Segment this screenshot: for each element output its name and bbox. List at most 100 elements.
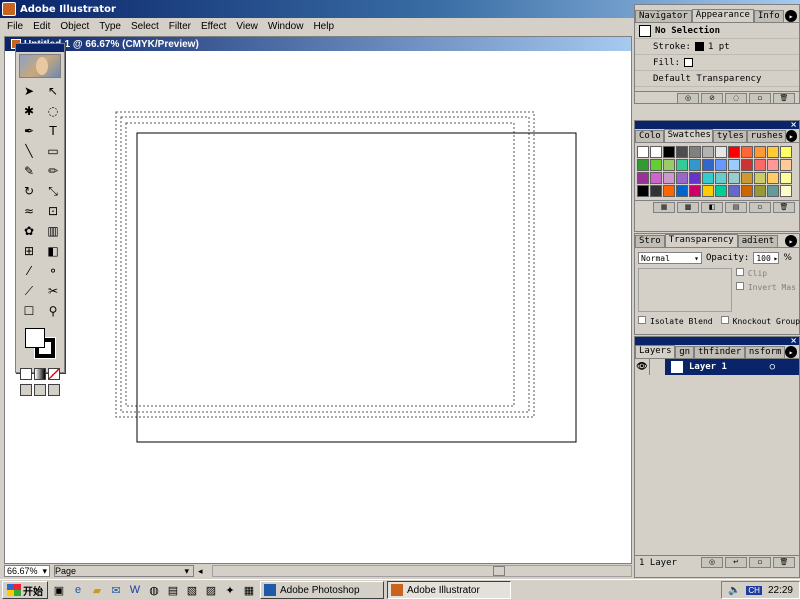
blend-mode-select[interactable]: Normal ▾ [638,252,702,264]
swatch[interactable] [637,185,649,197]
swatch[interactable] [780,159,792,171]
horizontal-scrollbar[interactable] [212,565,632,577]
pen-tool-icon[interactable]: ✒ [18,122,40,140]
rotate-tool-icon[interactable]: ↻ [18,182,40,200]
scroll-left-icon[interactable]: ◂ [198,566,208,577]
swatch[interactable] [676,159,688,171]
warp-tool-icon[interactable]: ≈ [18,202,40,220]
zoom-tool-icon[interactable]: ⚲ [42,302,64,320]
swatch[interactable] [689,146,701,158]
symbol-sprayer-tool-icon[interactable]: ✿ [18,222,40,240]
swatch[interactable] [741,146,753,158]
swatch[interactable] [676,146,688,158]
none-mode-icon[interactable] [48,368,60,380]
tab-pathfinder[interactable]: thfinder [693,346,745,358]
swatch[interactable] [663,159,675,171]
opacity-input[interactable]: 100 ▸ [753,252,780,264]
artboard-canvas[interactable] [5,51,631,563]
appearance-fill-row[interactable]: Fill: [635,55,799,71]
hand-tool-icon[interactable]: ☐ [18,302,40,320]
make-clipping-mask-icon[interactable]: ◎ [701,557,723,568]
swatch[interactable] [728,185,740,197]
quicklaunch-ie-icon[interactable]: e [70,583,86,597]
clock[interactable]: 22:29 [768,585,793,596]
close-icon[interactable]: × [790,336,797,345]
swatch[interactable] [637,159,649,171]
tab-info[interactable]: Info [753,10,784,22]
selection-tool-icon[interactable]: ➤ [18,82,40,100]
show-pattern-swatches-icon[interactable]: ▤ [725,202,747,213]
chevron-down-icon[interactable]: ▾ [42,566,49,577]
input-language-indicator[interactable]: CH [746,585,762,595]
swatch[interactable] [637,172,649,184]
new-sublayer-icon[interactable]: ↵ [725,557,747,568]
delete-layer-icon[interactable]: 🗑 [773,557,795,568]
standard-screen-mode-icon[interactable] [20,384,32,396]
scale-tool-icon[interactable]: ⤡ [42,182,64,200]
delete-swatch-icon[interactable]: 🗑 [773,202,795,213]
mesh-tool-icon[interactable]: ⊞ [18,242,40,260]
swatch[interactable] [676,172,688,184]
quicklaunch-app-icon[interactable]: ▤ [165,583,181,597]
swatch[interactable] [663,146,675,158]
document-titlebar[interactable]: Untitled-1 @ 66.67% (CMYK/Preview) [5,37,631,51]
chevron-right-icon[interactable]: ▸ [774,254,779,263]
menu-view[interactable]: View [231,21,263,32]
swatch[interactable] [741,172,753,184]
quicklaunch-app-icon[interactable]: ▧ [184,583,200,597]
swatch[interactable] [754,172,766,184]
quicklaunch-app-icon[interactable]: ◍ [146,583,162,597]
quicklaunch-app-icon[interactable]: ✦ [222,583,238,597]
swatch[interactable] [754,159,766,171]
full-screen-menu-mode-icon[interactable] [34,384,46,396]
swatch[interactable] [741,159,753,171]
clip-checkbox[interactable] [735,268,744,276]
swatch[interactable] [715,172,727,184]
tab-transparency[interactable]: Transparency [664,234,738,247]
quicklaunch-app-icon[interactable]: ▨ [203,583,219,597]
menu-edit[interactable]: Edit [28,21,55,32]
fill-swatch[interactable] [25,328,45,348]
scissors-tool-icon[interactable]: ✂ [42,282,64,300]
menu-type[interactable]: Type [94,21,126,32]
swatch[interactable] [702,146,714,158]
start-button[interactable]: 开始 [2,581,48,599]
swatch[interactable] [754,185,766,197]
swatch[interactable] [689,185,701,197]
swatch[interactable] [715,185,727,197]
rectangle-tool-icon[interactable]: ▭ [42,142,64,160]
palette-menu-icon[interactable]: ▸ [785,10,797,22]
layers-palette-titlebar[interactable]: × [635,336,799,345]
swatch[interactable] [715,159,727,171]
volume-icon[interactable]: 🔈 [728,585,740,596]
swatch[interactable] [650,172,662,184]
menu-select[interactable]: Select [126,21,164,32]
full-screen-mode-icon[interactable] [48,384,60,396]
color-mode-icon[interactable] [20,368,32,380]
layer-row[interactable]: 👁 Layer 1 ○ [635,359,799,375]
swatch[interactable] [689,159,701,171]
swatch[interactable] [689,172,701,184]
tab-swatches[interactable]: Swatches [663,129,713,142]
quicklaunch-outlook-icon[interactable]: ✉ [108,583,124,597]
swatch[interactable] [767,146,779,158]
scroll-thumb[interactable] [493,566,505,576]
swatch[interactable] [715,146,727,158]
new-layer-icon[interactable]: ▫ [749,557,771,568]
swatch[interactable] [702,185,714,197]
task-photoshop[interactable]: Adobe Photoshop [260,581,384,599]
swatch[interactable] [728,159,740,171]
quicklaunch-app-icon[interactable]: ▦ [241,583,257,597]
tab-layers[interactable]: Layers [635,345,676,358]
tab-align[interactable]: gn [675,346,694,358]
quicklaunch-desktop-icon[interactable]: ▣ [51,583,67,597]
gradient-mode-icon[interactable] [34,368,46,380]
swatches-palette-titlebar[interactable]: × [635,120,799,129]
menu-window[interactable]: Window [263,21,309,32]
swatch[interactable] [650,185,662,197]
type-tool-icon[interactable]: T [42,122,64,140]
tab-styles[interactable]: tyles [712,130,747,142]
swatch[interactable] [650,146,662,158]
duplicate-item-icon[interactable]: ▫ [749,93,771,104]
magic-wand-tool-icon[interactable]: ✱ [18,102,40,120]
